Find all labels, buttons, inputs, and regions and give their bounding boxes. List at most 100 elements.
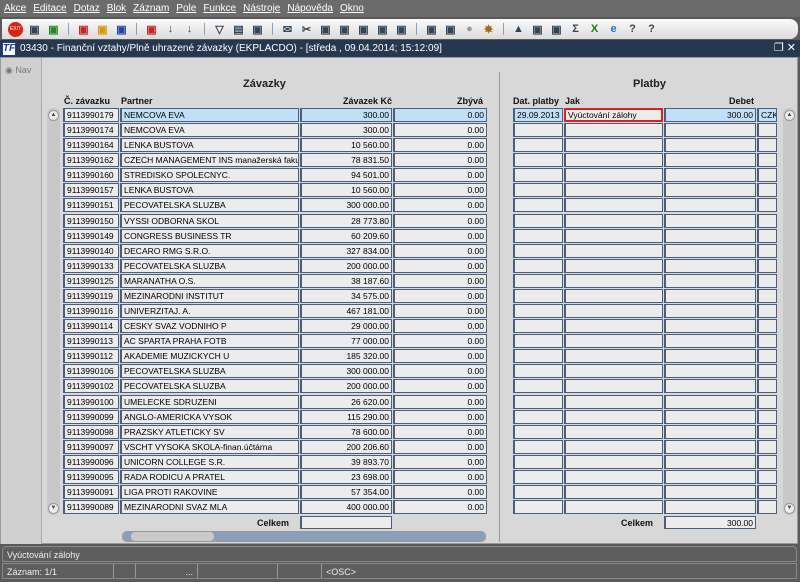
cell-jak[interactable] — [564, 288, 663, 303]
cell-debet[interactable]: 300.00 — [664, 108, 756, 122]
cell-partner[interactable]: LENKA BUSTOVA — [120, 183, 299, 198]
cell-jak[interactable] — [564, 138, 663, 153]
cell-partner[interactable]: CESKY SVAZ VODNIHO P — [120, 319, 299, 334]
cell-debet[interactable] — [664, 364, 756, 379]
cell-zavazek[interactable]: 29 000.00 — [300, 319, 392, 334]
cell-zavazek[interactable]: 28 773.80 — [300, 213, 392, 228]
menu-3[interactable]: Blok — [107, 3, 126, 14]
cell-cislo[interactable]: 9113990099 — [63, 409, 119, 424]
cell-mena[interactable] — [757, 288, 777, 303]
cell-datum[interactable]: 29.09.2013 — [513, 108, 563, 122]
cell-cislo[interactable]: 9113990119 — [63, 288, 119, 303]
cell-jak[interactable] — [564, 379, 663, 394]
cell-cislo[interactable]: 9113990125 — [63, 273, 119, 288]
warning-icon[interactable]: ▲ — [511, 22, 526, 37]
menu-5[interactable]: Pole — [176, 3, 196, 14]
cell-zavazek[interactable]: 78 600.00 — [300, 424, 392, 439]
menu-0[interactable]: Akce — [4, 3, 26, 14]
cell-mena[interactable] — [757, 439, 777, 454]
document-icon[interactable]: ▣ — [443, 22, 458, 37]
cell-mena[interactable] — [757, 394, 777, 409]
cell-mena[interactable] — [757, 258, 777, 273]
cell-zbyva[interactable]: 0.00 — [393, 334, 487, 349]
cell-debet[interactable] — [664, 228, 756, 243]
cell-mena[interactable] — [757, 243, 777, 258]
cell-zavazek[interactable]: 78 831.50 — [300, 153, 392, 168]
ie-icon[interactable]: e — [606, 22, 621, 37]
cell-zbyva[interactable]: 0.00 — [393, 273, 487, 288]
cell-jak[interactable] — [564, 469, 663, 484]
cell-jak[interactable] — [564, 454, 663, 469]
cell-mena[interactable] — [757, 334, 777, 349]
cell-cislo[interactable]: 9113990174 — [63, 123, 119, 138]
cell-mena[interactable] — [757, 273, 777, 288]
cell-datum[interactable] — [513, 394, 563, 409]
cell-zavazek[interactable]: 34 575.00 — [300, 288, 392, 303]
cell-zavazek[interactable]: 10 560.00 — [300, 138, 392, 153]
cell-cislo[interactable]: 9113990149 — [63, 228, 119, 243]
sort-asc-icon[interactable]: ↓ — [163, 22, 178, 37]
save-icon[interactable]: ▣ — [46, 22, 61, 37]
cell-zavazek[interactable]: 38 187.60 — [300, 273, 392, 288]
exit-button[interactable]: EXIT — [8, 21, 23, 37]
cell-mena[interactable] — [757, 424, 777, 439]
restore-icon[interactable]: ❐ — [774, 42, 784, 54]
cell-cislo[interactable]: 9113990116 — [63, 304, 119, 319]
cell-jak[interactable] — [564, 243, 663, 258]
delete-record-icon[interactable]: ▣ — [76, 22, 91, 37]
cell-zbyva[interactable]: 0.00 — [393, 454, 487, 469]
execute-query-icon[interactable]: ▣ — [114, 22, 129, 37]
cell-zbyva[interactable]: 0.00 — [393, 288, 487, 303]
cell-zbyva[interactable]: 0.00 — [393, 183, 487, 198]
cell-debet[interactable] — [664, 319, 756, 334]
cell-mena[interactable] — [757, 213, 777, 228]
cell-mena[interactable]: CZK — [757, 108, 777, 122]
cell-partner[interactable]: PRAZSKY ATLETICKY SV — [120, 424, 299, 439]
menu-4[interactable]: Záznam — [133, 3, 169, 14]
cell-debet[interactable] — [664, 304, 756, 319]
cell-debet[interactable] — [664, 288, 756, 303]
cell-zbyva[interactable]: 0.00 — [393, 394, 487, 409]
cell-cislo[interactable]: 9113990113 — [63, 334, 119, 349]
cell-zbyva[interactable]: 0.00 — [393, 228, 487, 243]
cell-cislo[interactable]: 9113990098 — [63, 424, 119, 439]
cell-zavazek[interactable]: 400 000.00 — [300, 500, 392, 515]
cell-zavazek[interactable]: 23 698.00 — [300, 469, 392, 484]
cell-cislo[interactable]: 9113990164 — [63, 138, 119, 153]
cell-cislo[interactable]: 9113990091 — [63, 485, 119, 499]
cell-datum[interactable] — [513, 304, 563, 319]
cell-zbyva[interactable]: 0.00 — [393, 485, 487, 499]
cell-partner[interactable]: VYSSI ODBORNA SKOL — [120, 213, 299, 228]
menu-7[interactable]: Nástroje — [243, 3, 280, 14]
cell-zbyva[interactable]: 0.00 — [393, 364, 487, 379]
cell-partner[interactable]: UNICORN COLLEGE S.R. — [120, 454, 299, 469]
cell-debet[interactable] — [664, 273, 756, 288]
send-mail-icon[interactable]: ✉ — [280, 22, 295, 37]
cell-debet[interactable] — [664, 454, 756, 469]
cell-partner[interactable]: PECOVATELSKA SLUZBA — [120, 379, 299, 394]
about-icon[interactable]: ? — [644, 22, 659, 37]
cell-mena[interactable] — [757, 319, 777, 334]
cell-zavazek[interactable]: 39 893.70 — [300, 454, 392, 469]
cell-cislo[interactable]: 9113990102 — [63, 379, 119, 394]
cell-mena[interactable] — [757, 123, 777, 138]
cell-zbyva[interactable]: 0.00 — [393, 213, 487, 228]
cell-zbyva[interactable]: 0.00 — [393, 243, 487, 258]
cell-jak[interactable] — [564, 409, 663, 424]
cell-cislo[interactable]: 9113990097 — [63, 439, 119, 454]
cell-zavazek[interactable]: 200 206.60 — [300, 439, 392, 454]
cell-partner[interactable]: RADA RODICU A PRATEL — [120, 469, 299, 484]
cell-zbyva[interactable]: 0.00 — [393, 304, 487, 319]
cell-zavazek[interactable]: 300.00 — [300, 108, 392, 122]
cell-zavazek[interactable]: 77 000.00 — [300, 334, 392, 349]
cell-debet[interactable] — [664, 168, 756, 183]
cell-mena[interactable] — [757, 183, 777, 198]
cell-partner[interactable]: PECOVATELSKA SLUZBA — [120, 258, 299, 273]
cell-partner[interactable]: PECOVATELSKA SLUZBA — [120, 364, 299, 379]
cell-jak[interactable] — [564, 349, 663, 364]
cell-cislo[interactable]: 9113990150 — [63, 213, 119, 228]
cell-zavazek[interactable]: 26 620.00 — [300, 394, 392, 409]
cell-partner[interactable]: UMELECKE SDRUZENI — [120, 394, 299, 409]
cell-partner[interactable]: CZECH MANAGEMENT INS manažerská fakulta — [120, 153, 299, 168]
cell-jak[interactable] — [564, 439, 663, 454]
